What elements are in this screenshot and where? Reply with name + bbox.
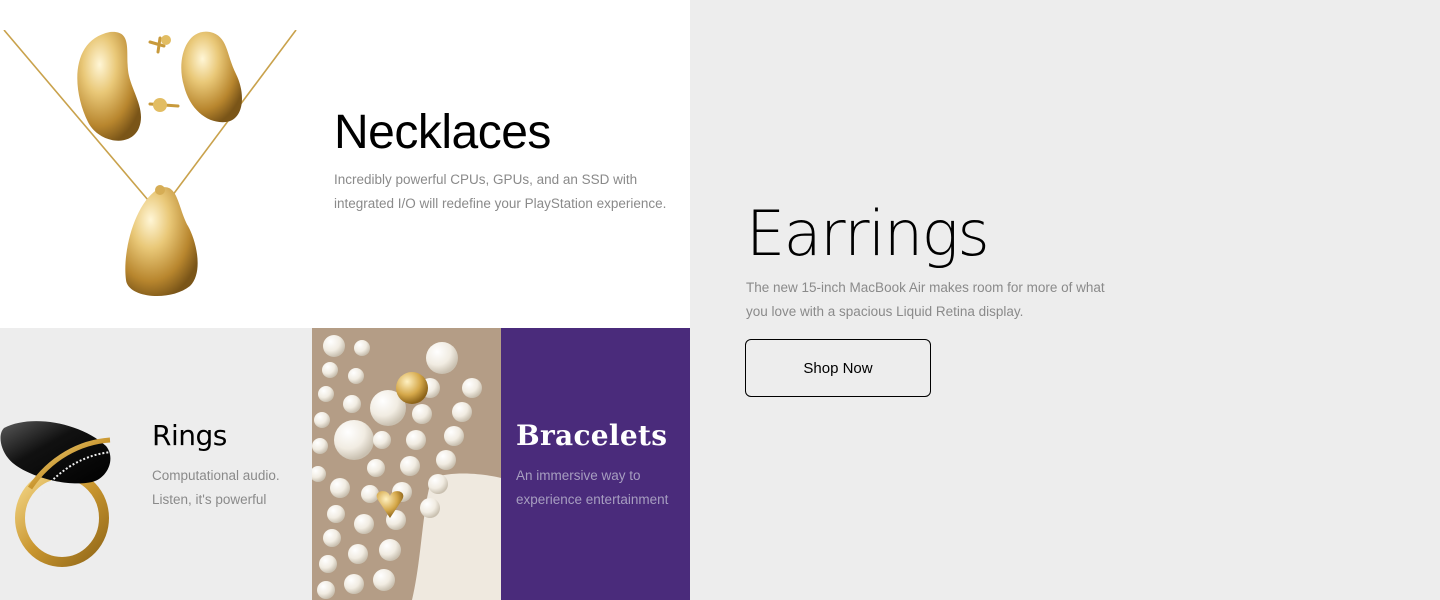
rings-banner[interactable]: Rings Computational audio. Listen, it's … [0, 328, 312, 600]
necklaces-title: Necklaces [334, 106, 551, 159]
shop-now-button[interactable]: Shop Now [745, 339, 931, 397]
bracelets-description: An immersive way to experience entertain… [516, 468, 669, 507]
necklaces-description: Incredibly powerful CPUs, GPUs, and an S… [334, 172, 667, 211]
necklace-product-image [0, 30, 298, 298]
ring-product-image [0, 418, 120, 568]
earrings-title: Earrings [746, 197, 990, 270]
bracelet-product-image [312, 328, 501, 600]
rings-description: Computational audio. Listen, it's powerf… [152, 468, 280, 507]
bracelets-title: Bracelets [516, 419, 668, 452]
bracelets-banner[interactable]: Bracelets An immersive way to experience… [501, 328, 690, 600]
necklaces-banner[interactable]: Necklaces Incredibly powerful CPUs, GPUs… [0, 0, 690, 328]
earrings-banner: Earrings The new 15-inch MacBook Air mak… [690, 0, 1440, 600]
rings-title: Rings [152, 419, 227, 452]
earrings-description: The new 15-inch MacBook Air makes room f… [746, 280, 1105, 319]
product-category-grid: Necklaces Incredibly powerful CPUs, GPUs… [0, 0, 1440, 600]
